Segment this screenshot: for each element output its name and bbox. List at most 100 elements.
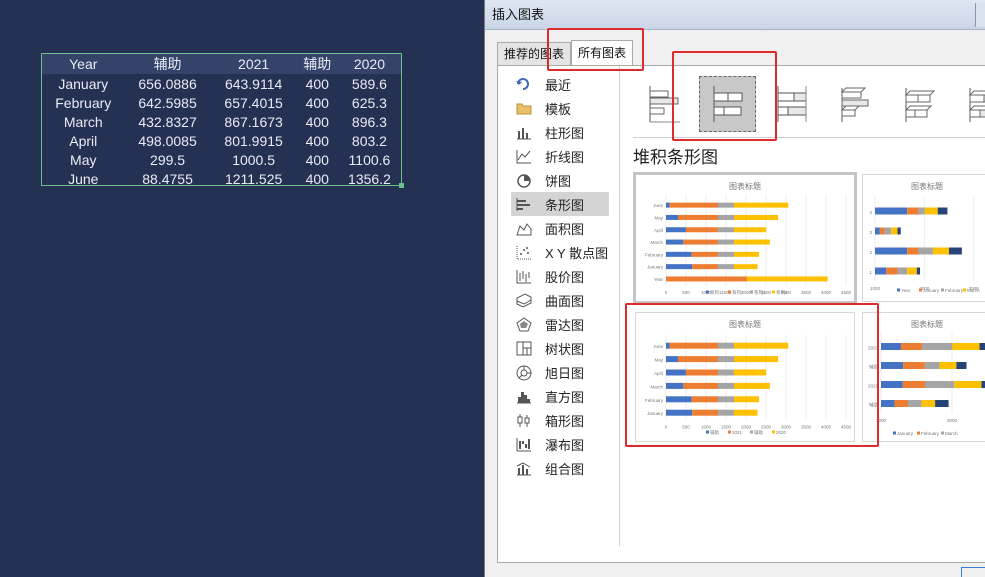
chart-preview-3[interactable]: 图表标题 0 500 1000 1500 2000 2500 3000 3500 4000 4500… bbox=[635, 312, 855, 442]
area-chart-icon bbox=[515, 220, 533, 236]
chart-preview-1[interactable]: 图表标题050010001500200025003000350040004500… bbox=[633, 172, 857, 304]
bar-segment bbox=[918, 247, 933, 255]
column-chart-icon bbox=[515, 124, 533, 140]
table-cell[interactable]: March bbox=[42, 112, 125, 131]
sidebar-item-radar-chart[interactable]: 雷达图 bbox=[511, 312, 609, 336]
table-cell[interactable]: 803.2 bbox=[338, 131, 401, 150]
table-cell[interactable]: February bbox=[42, 93, 125, 112]
sidebar-item-combo-chart[interactable]: 组合图 bbox=[511, 456, 609, 480]
bar-segment bbox=[677, 214, 718, 220]
table-cell[interactable]: 400 bbox=[297, 131, 338, 150]
subtype-clustered-bar[interactable] bbox=[635, 76, 692, 132]
legend-swatch bbox=[750, 290, 753, 294]
combo-chart-icon bbox=[515, 460, 533, 476]
column-header[interactable]: 辅助 bbox=[296, 54, 338, 74]
subtype-3d-100-stacked-bar[interactable] bbox=[955, 76, 985, 132]
table-cell[interactable]: 400 bbox=[297, 74, 338, 93]
data-table[interactable]: Year 辅助 2021 辅助 2020 January 656.0886 64… bbox=[41, 53, 404, 188]
divider bbox=[633, 137, 985, 138]
pie-chart-icon bbox=[515, 172, 533, 188]
table-cell[interactable]: 656.0886 bbox=[125, 74, 211, 93]
legend-label: January bbox=[923, 288, 940, 293]
table-cell[interactable]: May bbox=[42, 150, 125, 169]
fill-handle[interactable] bbox=[399, 183, 404, 188]
table-cell[interactable]: 657.4015 bbox=[211, 93, 297, 112]
table-cell[interactable]: 1356.2 bbox=[338, 169, 401, 188]
sidebar-item-bar-chart[interactable]: 条形图 bbox=[511, 192, 609, 216]
waterfall-chart-icon bbox=[515, 436, 533, 452]
y-tick-label: 2021 bbox=[868, 384, 879, 389]
x-tick-label: 2500 bbox=[761, 424, 772, 429]
sidebar-item-label: 曲面图 bbox=[545, 293, 585, 309]
bar-segment bbox=[666, 396, 692, 403]
column-header[interactable]: 2020 bbox=[337, 54, 401, 74]
x-tick-label: 4000 bbox=[821, 424, 832, 429]
recent-icon bbox=[515, 76, 533, 92]
sidebar-item-label: 最近 bbox=[545, 77, 572, 93]
window-control-button[interactable] bbox=[975, 3, 985, 27]
table-row: June 88.4755 1211.525 400 1356.2 bbox=[42, 169, 401, 188]
sidebar-item-surface-chart[interactable]: 曲面图 bbox=[511, 288, 609, 312]
sidebar-item-column-chart[interactable]: 柱形图 bbox=[511, 120, 609, 144]
sidebar-item-pie-chart[interactable]: 饼图 bbox=[511, 168, 609, 192]
table-cell[interactable]: 1100.6 bbox=[338, 150, 401, 169]
chart-preview-2[interactable]: 图表标题10002000300040004321YearJanuaryFebru… bbox=[862, 174, 985, 302]
sidebar-item-recent[interactable]: 最近 bbox=[511, 72, 609, 96]
sidebar-item-waterfall-chart[interactable]: 瀑布图 bbox=[511, 432, 609, 456]
table-cell[interactable]: 400 bbox=[297, 169, 338, 188]
dialog-titlebar[interactable]: 插入图表 bbox=[485, 0, 985, 30]
subtype-3d-clustered-bar[interactable] bbox=[827, 76, 884, 132]
sidebar-item-folder[interactable]: 模板 bbox=[511, 96, 609, 120]
sidebar-item-treemap-chart[interactable]: 树状图 bbox=[511, 336, 609, 360]
ok-button[interactable] bbox=[961, 567, 985, 577]
table-cell[interactable]: 498.0085 bbox=[125, 131, 211, 150]
table-cell[interactable]: 642.5985 bbox=[125, 93, 211, 112]
column-header[interactable]: 2021 bbox=[210, 54, 297, 74]
preview-chart-title: 图表标题 bbox=[911, 319, 943, 329]
table-cell[interactable]: 400 bbox=[297, 112, 338, 131]
bar-segment bbox=[666, 276, 747, 282]
table-cell[interactable]: 432.8327 bbox=[125, 112, 211, 131]
sidebar-item-line-chart[interactable]: 折线图 bbox=[511, 144, 609, 168]
sidebar-item-stock-chart[interactable]: 股价图 bbox=[511, 264, 609, 288]
column-header[interactable]: 辅助 bbox=[124, 54, 211, 74]
chart-preview-4[interactable]: 图表标题1000200030002020辅助2021辅助JanuaryFebru… bbox=[862, 312, 985, 442]
table-cell[interactable]: 589.6 bbox=[338, 74, 401, 93]
bar-segment bbox=[666, 342, 670, 349]
table-cell[interactable]: 643.9114 bbox=[211, 74, 297, 93]
subtype-100-stacked-bar[interactable] bbox=[763, 76, 820, 132]
table-cell[interactable]: 1211.525 bbox=[211, 169, 297, 188]
tab-all-charts[interactable]: 所有图表 bbox=[571, 40, 634, 66]
table-cell[interactable]: 896.3 bbox=[338, 112, 401, 131]
sidebar-item-scatter-chart[interactable]: X Y 散点图 bbox=[511, 240, 609, 264]
bar-segment bbox=[886, 267, 898, 275]
legend-swatch bbox=[728, 430, 731, 434]
bar-segment bbox=[907, 247, 919, 255]
sidebar-item-sunburst-chart[interactable]: 旭日图 bbox=[511, 360, 609, 384]
tab-recommended-charts[interactable]: 推荐的图表 bbox=[497, 42, 572, 66]
legend-label: February bbox=[921, 431, 940, 436]
subtype-stacked-bar[interactable] bbox=[699, 76, 756, 132]
table-cell[interactable]: 400 bbox=[297, 93, 338, 112]
table-cell[interactable]: June bbox=[42, 169, 125, 188]
table-cell[interactable]: April bbox=[42, 131, 125, 150]
table-cell[interactable]: 801.9915 bbox=[211, 131, 297, 150]
table-cell[interactable]: 867.1673 bbox=[211, 112, 297, 131]
x-tick-label: 3000 bbox=[781, 424, 792, 429]
table-cell[interactable]: 299.5 bbox=[125, 150, 211, 169]
sidebar-item-box-whisker-chart[interactable]: 箱形图 bbox=[511, 408, 609, 432]
percent-stacked-bar-icon bbox=[777, 86, 806, 122]
sunburst-chart-icon bbox=[515, 364, 533, 380]
table-cell[interactable]: 400 bbox=[297, 150, 338, 169]
column-header[interactable]: Year bbox=[42, 54, 125, 74]
table-cell[interactable]: 625.3 bbox=[338, 93, 401, 112]
table-cell[interactable]: 88.4755 bbox=[125, 169, 211, 188]
bar-segment bbox=[903, 362, 925, 369]
radar-chart-icon bbox=[515, 316, 533, 332]
subtype-3d-stacked-bar[interactable] bbox=[891, 76, 948, 132]
sidebar-item-histogram-chart[interactable]: 直方图 bbox=[511, 384, 609, 408]
sidebar-item-area-chart[interactable]: 面积图 bbox=[511, 216, 609, 240]
bar-segment bbox=[881, 362, 904, 369]
table-cell[interactable]: 1000.5 bbox=[211, 150, 297, 169]
table-cell[interactable]: January bbox=[42, 74, 125, 93]
